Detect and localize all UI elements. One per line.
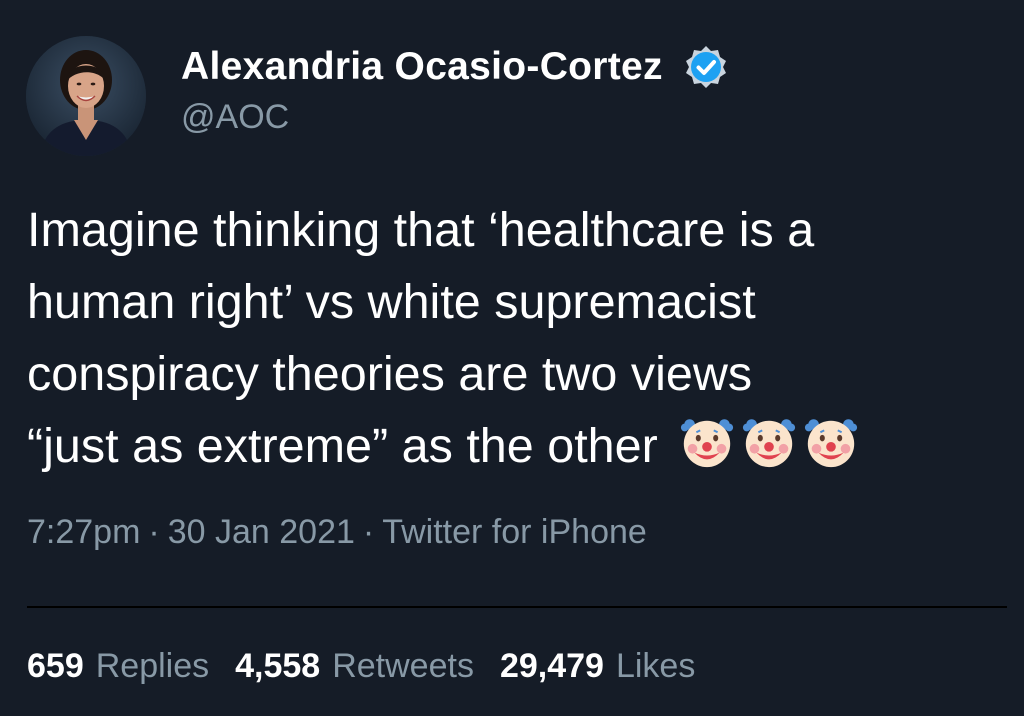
- author-row: Alexandria Ocasio-Cortez: [181, 44, 729, 90]
- tweet-date[interactable]: 30 Jan 2021: [168, 513, 355, 551]
- clown-face-icon: [804, 419, 857, 468]
- tweet-body: Imagine thinking that ‘healthcare is a h…: [27, 194, 1007, 482]
- divider: [27, 606, 1007, 608]
- likes-count: 29,479: [499, 647, 604, 685]
- tweet-text-line: “just as extreme” as the other: [27, 419, 658, 473]
- likes-stat[interactable]: 29,479 Likes: [500, 647, 695, 686]
- tweet-meta: 7:27pm · 30 Jan 2021 · Twitter for iPhone: [27, 513, 647, 552]
- author-handle[interactable]: @AOC: [181, 98, 289, 137]
- replies-stat[interactable]: 659 Replies: [27, 647, 209, 686]
- retweets-count: 4,558: [235, 647, 321, 685]
- tweet-text-line: Imagine thinking that ‘healthcare is a: [27, 203, 815, 257]
- author-display-name[interactable]: Alexandria Ocasio-Cortez: [181, 45, 663, 89]
- clown-face-icon: [680, 419, 733, 468]
- tweet-text-line: human right’ vs white supremacist: [27, 275, 756, 329]
- retweets-label: Retweets: [332, 647, 474, 685]
- tweet-source[interactable]: Twitter for iPhone: [382, 513, 647, 551]
- avatar[interactable]: [26, 36, 146, 156]
- replies-count: 659: [27, 647, 84, 685]
- tweet-time[interactable]: 7:27pm: [27, 513, 140, 551]
- meta-separator: ·: [148, 513, 160, 551]
- tweet-text-line: conspiracy theories are two views: [27, 347, 753, 401]
- meta-separator: ·: [362, 513, 375, 551]
- profile-photo-icon: [26, 36, 146, 156]
- emoji-group: [674, 419, 860, 473]
- tweet-stats: 659 Replies 4,558 Retweets 29,479 Likes: [27, 647, 721, 686]
- top-edge: [0, 0, 1024, 10]
- clown-face-icon: [742, 419, 795, 468]
- likes-label: Likes: [615, 647, 696, 685]
- replies-label: Replies: [95, 647, 210, 685]
- verified-badge-icon: [683, 44, 729, 90]
- retweets-stat[interactable]: 4,558 Retweets: [235, 647, 474, 686]
- tweet-text-line-last: “just as extreme” as the other: [27, 410, 1007, 482]
